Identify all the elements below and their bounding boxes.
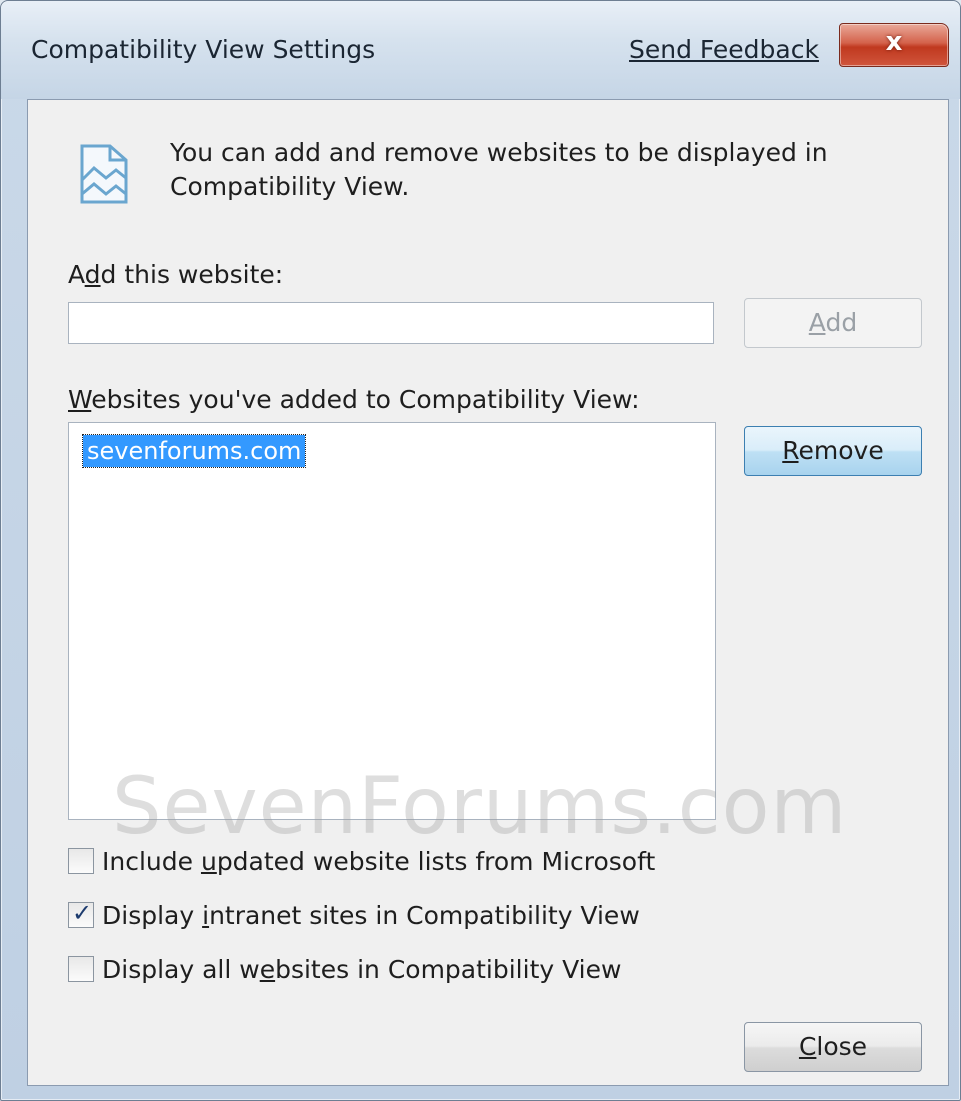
checkbox-box[interactable]: ✓ bbox=[68, 899, 94, 928]
websites-list-label-rest: ebsites you've added to Compatibility Vi… bbox=[91, 385, 640, 414]
add-website-input[interactable] bbox=[68, 302, 714, 344]
add-website-label-part: A bbox=[68, 260, 85, 289]
compatibility-view-icon bbox=[80, 144, 128, 204]
remove-button-accel: R bbox=[782, 436, 799, 465]
window-title: Compatibility View Settings bbox=[31, 35, 376, 64]
add-button-accel: A bbox=[808, 308, 826, 337]
websites-listbox[interactable]: sevenforums.com bbox=[68, 422, 716, 820]
watermark: SevenForums.com bbox=[112, 762, 848, 852]
checkbox-label: Display all websites in Compatibility Vi… bbox=[102, 955, 621, 984]
add-website-label: Add this website: bbox=[68, 260, 283, 289]
websites-list-label-accel: W bbox=[68, 385, 92, 414]
checkbox-label-accel: e bbox=[259, 954, 276, 984]
intro-description: You can add and remove websites to be di… bbox=[170, 138, 828, 201]
send-feedback-link[interactable]: Send Feedback bbox=[629, 35, 819, 64]
checkbox-label-rest: pdated website lists from Microsoft bbox=[216, 846, 656, 876]
close-button-accel: C bbox=[798, 1032, 817, 1061]
remove-button-label: emove bbox=[798, 436, 884, 465]
close-button-label: lose bbox=[816, 1032, 868, 1061]
checkbox-box[interactable] bbox=[68, 848, 94, 874]
checkbox-label: Display intranet sites in Compatibility … bbox=[102, 901, 640, 930]
checkbox-label-part: Display bbox=[102, 900, 203, 930]
add-website-label-rest: d this website: bbox=[100, 260, 284, 289]
websites-list-label: Websites you've added to Compatibility V… bbox=[68, 385, 640, 414]
checkbox-label-accel: u bbox=[200, 846, 217, 876]
list-item[interactable]: sevenforums.com bbox=[81, 434, 307, 468]
close-icon: x bbox=[885, 27, 903, 57]
checkbox-label-rest: ntranet sites in Compatibility View bbox=[209, 900, 640, 930]
close-button[interactable]: Close bbox=[744, 1022, 922, 1072]
title-bar[interactable]: Compatibility View Settings Send Feedbac… bbox=[1, 1, 960, 99]
add-button[interactable]: Add bbox=[744, 298, 922, 348]
compatibility-view-dialog: Compatibility View Settings Send Feedbac… bbox=[0, 0, 961, 1101]
checkbox-box[interactable] bbox=[68, 956, 94, 982]
dialog-client-area: You can add and remove websites to be di… bbox=[27, 99, 949, 1086]
checkbox-label: Include updated website lists from Micro… bbox=[102, 847, 655, 876]
add-button-label: dd bbox=[825, 308, 858, 337]
remove-button[interactable]: Remove bbox=[744, 426, 922, 476]
display-intranet-sites-checkbox[interactable]: ✓ Display intranet sites in Compatibilit… bbox=[68, 898, 640, 932]
checkmark-icon: ✓ bbox=[72, 899, 93, 927]
checkbox-label-rest: bsites in Compatibility View bbox=[275, 954, 622, 984]
add-website-label-accel: d bbox=[84, 260, 101, 289]
include-updated-lists-checkbox[interactable]: Include updated website lists from Micro… bbox=[68, 844, 655, 878]
checkbox-label-part: Display all w bbox=[102, 954, 260, 984]
checkbox-label-part: Include bbox=[102, 846, 201, 876]
display-all-websites-checkbox[interactable]: Display all websites in Compatibility Vi… bbox=[68, 952, 621, 986]
window-close-button[interactable]: x bbox=[839, 23, 949, 67]
